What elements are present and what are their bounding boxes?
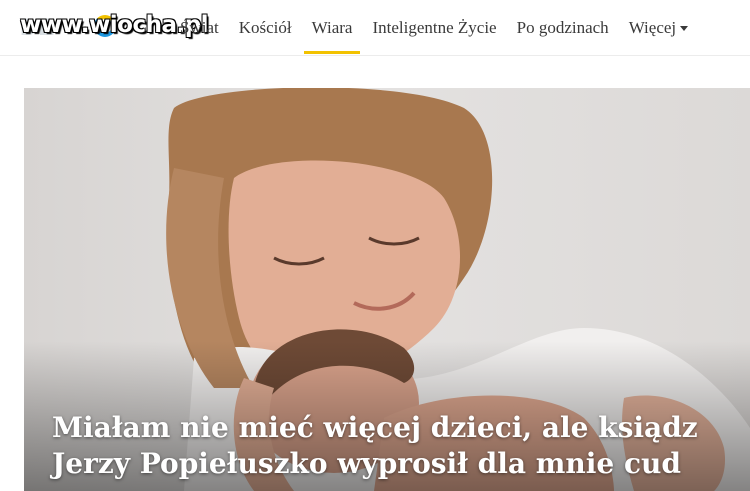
nav-item-po-godzinach[interactable]: Po godzinach <box>507 0 619 56</box>
main-menu: Świat Kościół Wiara Inteligentne Życie P… <box>180 0 698 56</box>
nav-item-wiecej-label: Więcej <box>628 18 677 37</box>
nav-item-swiat[interactable]: Świat <box>180 0 229 56</box>
article-headline[interactable]: Miałam nie mieć więcej dzieci, ale ksiąd… <box>52 410 712 482</box>
hero-article[interactable]: Miałam nie mieć więcej dzieci, ale ksiąd… <box>24 88 750 491</box>
top-navbar: DE www.wiocha.pl Świat Kościół Wiara Int… <box>0 0 750 56</box>
nav-item-kosciol[interactable]: Kościół <box>229 0 302 56</box>
site-logo[interactable]: DE www.wiocha.pl <box>20 8 209 44</box>
nav-item-wiecej[interactable]: Więcej <box>619 0 698 56</box>
nav-item-wiara[interactable]: Wiara <box>302 0 363 56</box>
nav-item-inteligentne-zycie[interactable]: Inteligentne Życie <box>362 0 506 56</box>
caret-down-icon <box>680 25 689 31</box>
